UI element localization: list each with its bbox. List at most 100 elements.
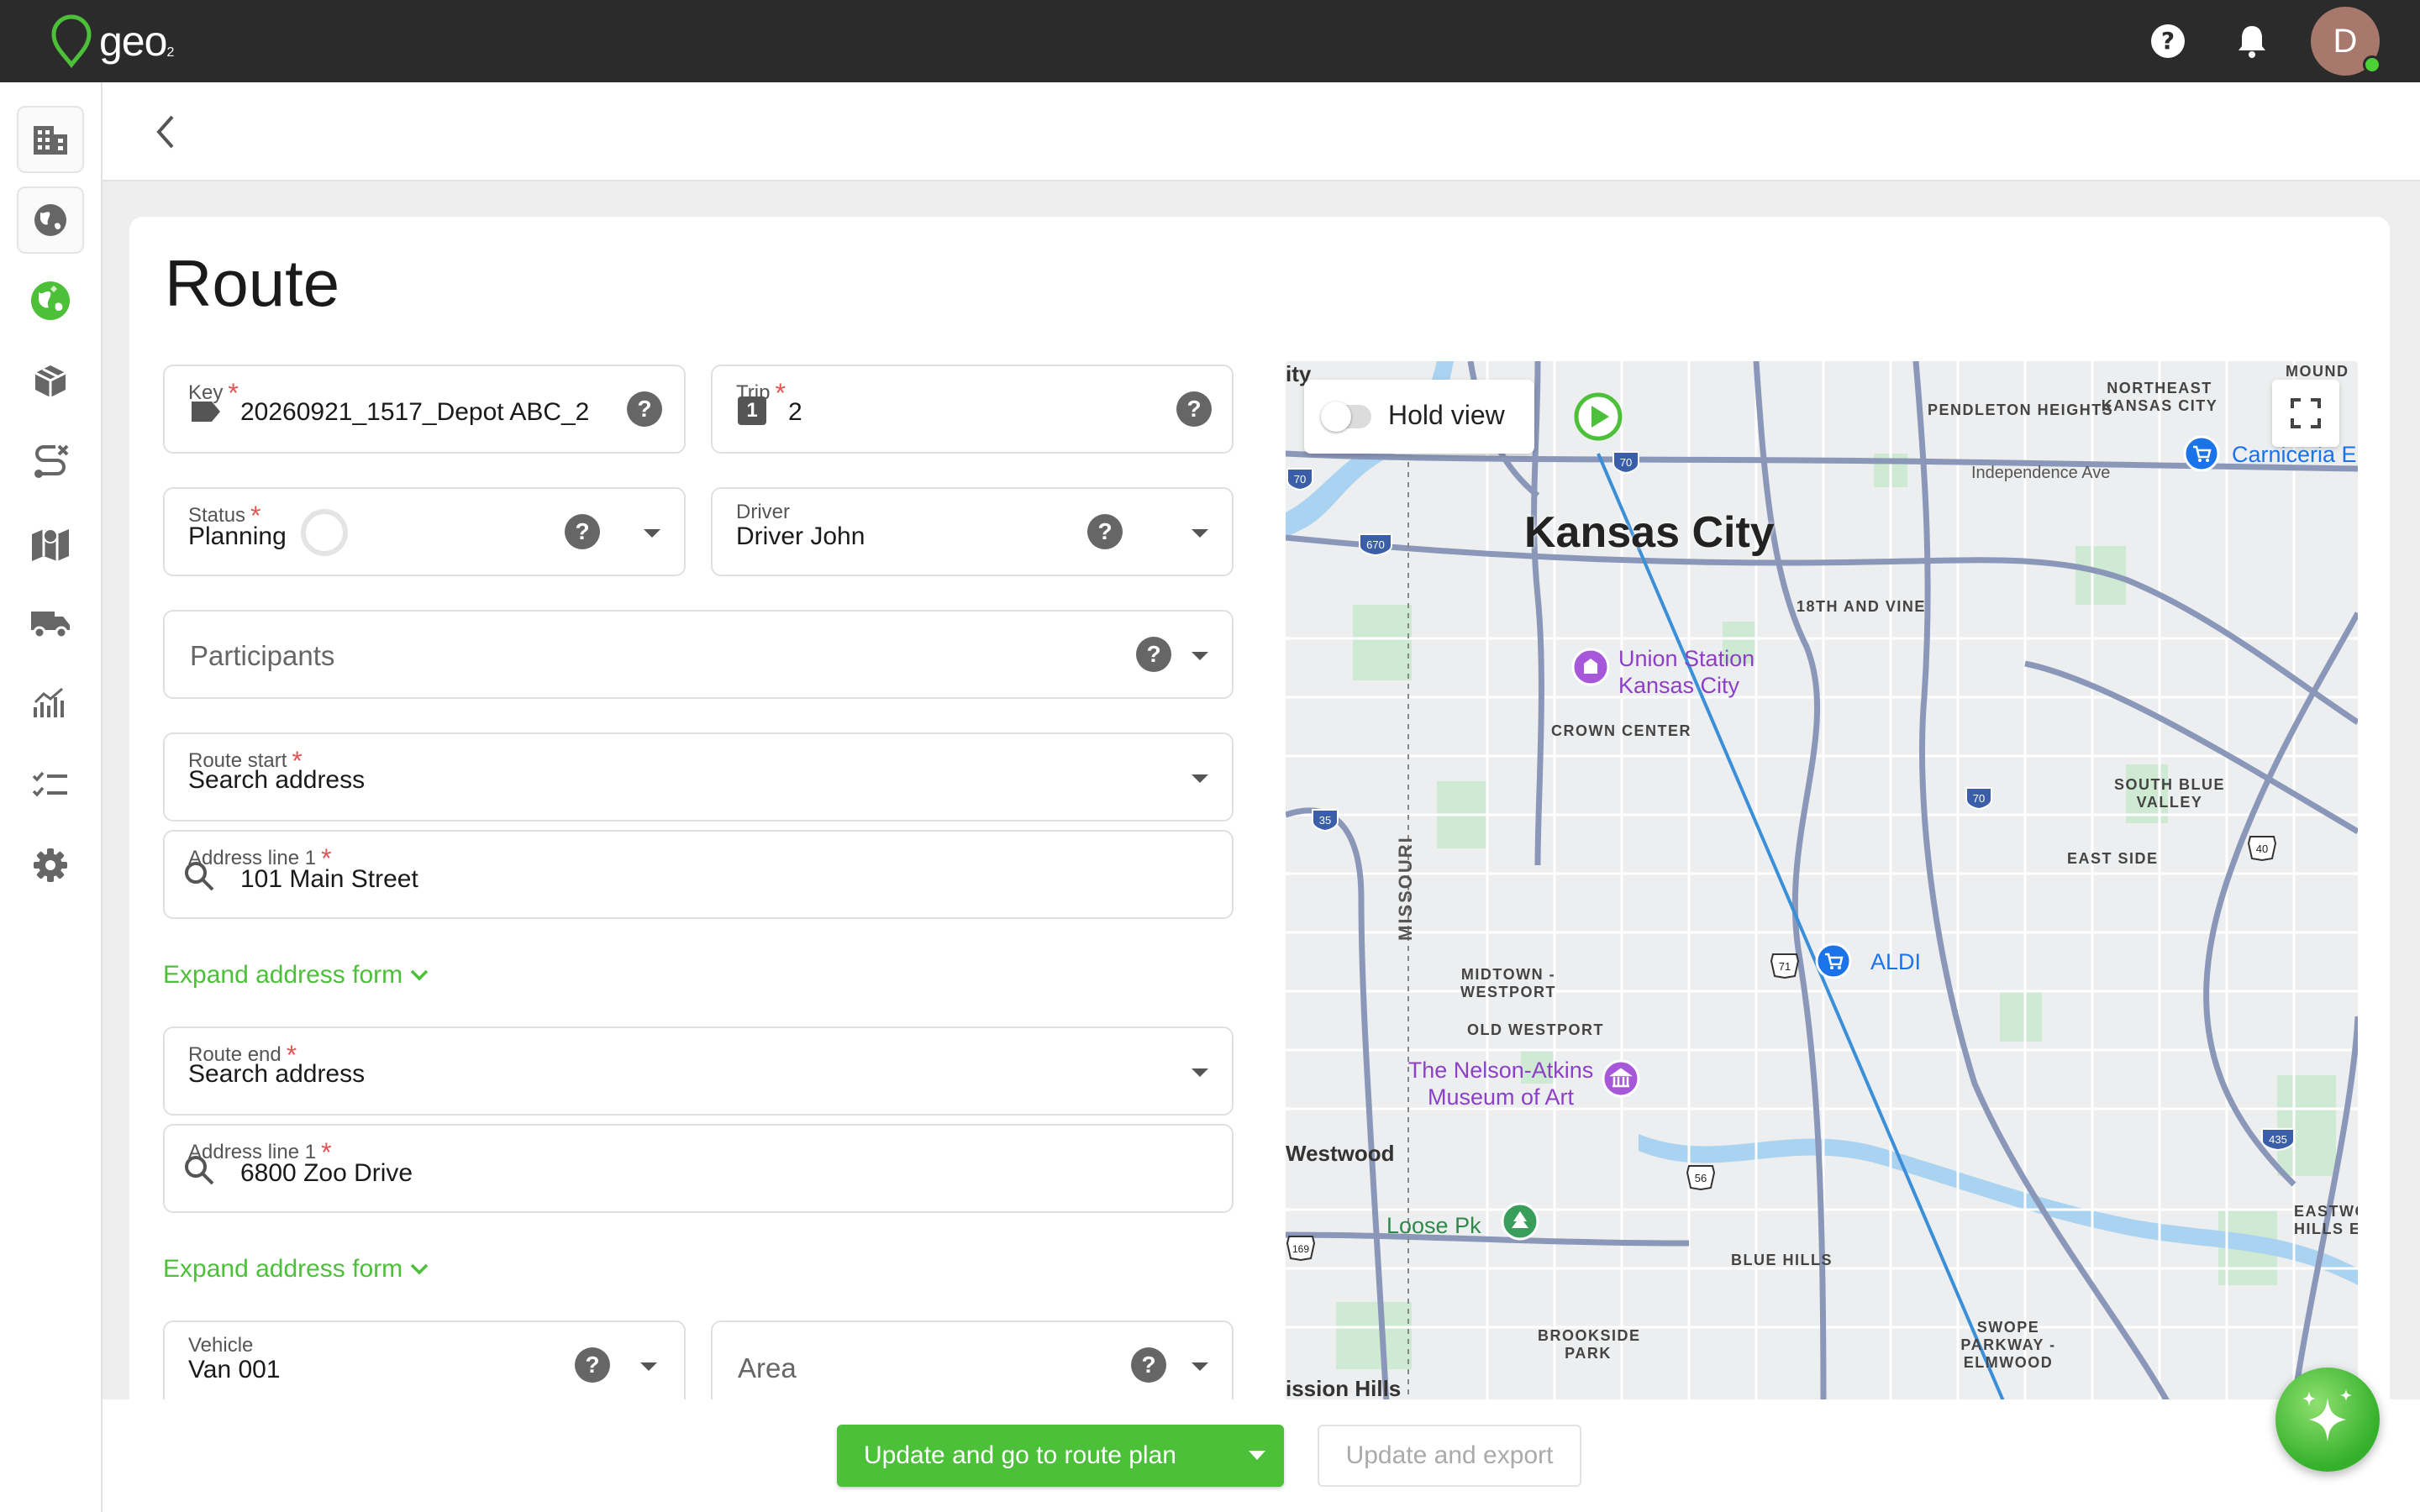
participants-select[interactable]: Participants ?	[163, 610, 1234, 699]
map-label-east-side: EAST SIDE	[2067, 850, 2159, 867]
vehicle-value: Van 001	[188, 1356, 281, 1383]
svg-text:56: 56	[1695, 1172, 1707, 1184]
trip-field[interactable]: Trip * 1 2 ?	[711, 365, 1234, 454]
end-address-value: 6800 Zoo Drive	[240, 1159, 413, 1187]
svg-text:70: 70	[1294, 473, 1306, 486]
us-route-shield-icon: 56	[1686, 1165, 1716, 1191]
chevron-down-icon[interactable]	[644, 529, 660, 538]
map-label-swope: SWOPE PARKWAY - ELMWOOD	[1960, 1319, 2056, 1371]
museum-pin-icon	[1602, 1059, 1640, 1098]
chevron-down-icon[interactable]	[1192, 529, 1208, 538]
sparkles-icon	[2302, 1389, 2352, 1441]
svg-text:435: 435	[2269, 1133, 2287, 1146]
expand-label: Expand address form	[163, 961, 403, 989]
map-label-northeast: NORTHEAST KANSAS CITY	[2101, 380, 2218, 414]
map-label-mound: MOUND	[2286, 363, 2349, 380]
sidebar-item-vehicles[interactable]	[17, 590, 84, 657]
chart-icon	[34, 687, 64, 717]
chevron-down-icon[interactable]	[1192, 652, 1208, 660]
sidebar-item-tasks[interactable]	[17, 751, 84, 818]
svg-text:35: 35	[1319, 814, 1331, 827]
map-label-loose-pk: Loose Pk	[1386, 1213, 1481, 1238]
sidebar-item-packages[interactable]	[17, 348, 84, 415]
help-icon[interactable]: ?	[1176, 391, 1212, 427]
top-bar: geo 2 ? D	[0, 0, 2420, 82]
chevron-left-icon	[156, 115, 174, 149]
back-button[interactable]	[143, 109, 188, 155]
globe-icon	[34, 204, 66, 236]
map-label-city: Kansas City	[1524, 508, 1775, 557]
hold-view-control[interactable]: Hold view	[1304, 380, 1534, 454]
svg-text:?: ?	[2161, 27, 2175, 55]
ai-assistant-button[interactable]	[2275, 1368, 2380, 1472]
sidebar-item-analytics[interactable]	[17, 670, 84, 738]
hold-view-toggle[interactable]	[1321, 402, 1371, 432]
update-and-go-to-route-plan-button[interactable]: Update and go to route plan	[837, 1425, 1284, 1487]
expand-address-form-start[interactable]: Expand address form	[163, 961, 429, 990]
hold-view-label: Hold view	[1388, 400, 1505, 430]
route-start-select[interactable]: Route start * Search address	[163, 732, 1234, 822]
expand-address-form-end[interactable]: Expand address form	[163, 1255, 429, 1284]
route-end-select[interactable]: Route end * Search address	[163, 1026, 1234, 1116]
update-and-export-button[interactable]: Update and export	[1318, 1425, 1581, 1487]
primary-button-label: Update and go to route plan	[864, 1441, 1176, 1469]
map-canvas	[1286, 361, 2358, 1403]
area-select[interactable]: Area ?	[711, 1320, 1234, 1410]
us-route-shield-icon: 71	[1770, 953, 1800, 979]
vehicle-select[interactable]: Vehicle Van 001 ?	[163, 1320, 686, 1410]
route-map[interactable]: 70 70 670 35 70 71 40 56 169 435 ity PEN…	[1286, 361, 2358, 1403]
avatar-initial: D	[2333, 22, 2358, 60]
avatar[interactable]: D	[2311, 7, 2381, 76]
interstate-shield-icon: 35	[1312, 809, 1339, 832]
truck-icon	[31, 612, 70, 639]
interstate-shield-icon: 70	[1612, 451, 1639, 474]
chevron-down-icon[interactable]	[1192, 1362, 1208, 1371]
chevron-down-icon[interactable]	[640, 1362, 657, 1371]
help-icon[interactable]: ?	[1131, 1347, 1166, 1383]
primary-button-dropdown[interactable]	[1230, 1425, 1284, 1487]
end-address-input[interactable]: Address line 1 * 6800 Zoo Drive	[163, 1124, 1234, 1213]
svg-text:70: 70	[1620, 456, 1632, 469]
driver-select[interactable]: Driver Driver John ?	[711, 487, 1234, 576]
app-logo[interactable]: geo 2	[49, 12, 174, 71]
chevron-down-icon[interactable]	[1192, 774, 1208, 783]
sidebar-item-geo[interactable]	[17, 267, 84, 334]
map-label-independence-ave: Independence Ave	[1971, 464, 2111, 482]
landmark-pin-icon	[1571, 648, 1610, 686]
map-label-midtown: MIDTOWN - WESTPORT	[1460, 966, 1556, 1000]
chevron-down-icon[interactable]	[1192, 1068, 1208, 1077]
map-label-18th-vine: 18TH AND VINE	[1797, 598, 1926, 615]
expand-label: Expand address form	[163, 1255, 403, 1283]
sidebar-item-routes[interactable]	[17, 428, 84, 496]
help-icon[interactable]: ?	[2148, 21, 2188, 61]
route-start-marker-icon[interactable]	[1571, 390, 1625, 444]
help-icon[interactable]: ?	[1087, 514, 1123, 549]
route-end-value: Search address	[188, 1060, 366, 1088]
help-icon[interactable]: ?	[1136, 637, 1171, 672]
sidebar-item-settings[interactable]	[17, 832, 84, 899]
us-route-shield-icon: 169	[1286, 1236, 1316, 1262]
chevron-down-icon	[410, 1263, 429, 1275]
help-icon[interactable]: ?	[565, 514, 600, 549]
search-icon	[185, 1156, 214, 1185]
map-label-missouri: MISSOURI	[1395, 836, 1416, 941]
start-address-value: 101 Main Street	[240, 865, 418, 893]
trip-number-badge: 1	[738, 396, 766, 425]
bell-icon[interactable]	[2232, 21, 2272, 61]
help-icon[interactable]: ?	[575, 1347, 610, 1383]
fullscreen-button[interactable]	[2272, 380, 2339, 447]
area-placeholder: Area	[738, 1352, 797, 1383]
back-bar	[103, 82, 2420, 181]
chevron-down-icon	[410, 969, 429, 981]
help-icon[interactable]: ?	[627, 391, 662, 427]
sidebar-item-globe[interactable]	[17, 186, 84, 254]
toggle-knob	[1321, 402, 1351, 432]
status-select[interactable]: Status * Planning ?	[163, 487, 686, 576]
driver-value: Driver John	[736, 522, 865, 550]
key-field[interactable]: Key * 20260921_1517_Depot ABC_2 ?	[163, 365, 686, 454]
sidebar-item-maps[interactable]	[17, 509, 84, 576]
map-label-eastwood: EASTWO HILLS E	[2294, 1203, 2358, 1237]
start-address-input[interactable]: Address line 1 * 101 Main Street	[163, 830, 1234, 919]
sidebar-item-buildings[interactable]	[17, 106, 84, 173]
geo-globe-icon	[31, 281, 70, 320]
